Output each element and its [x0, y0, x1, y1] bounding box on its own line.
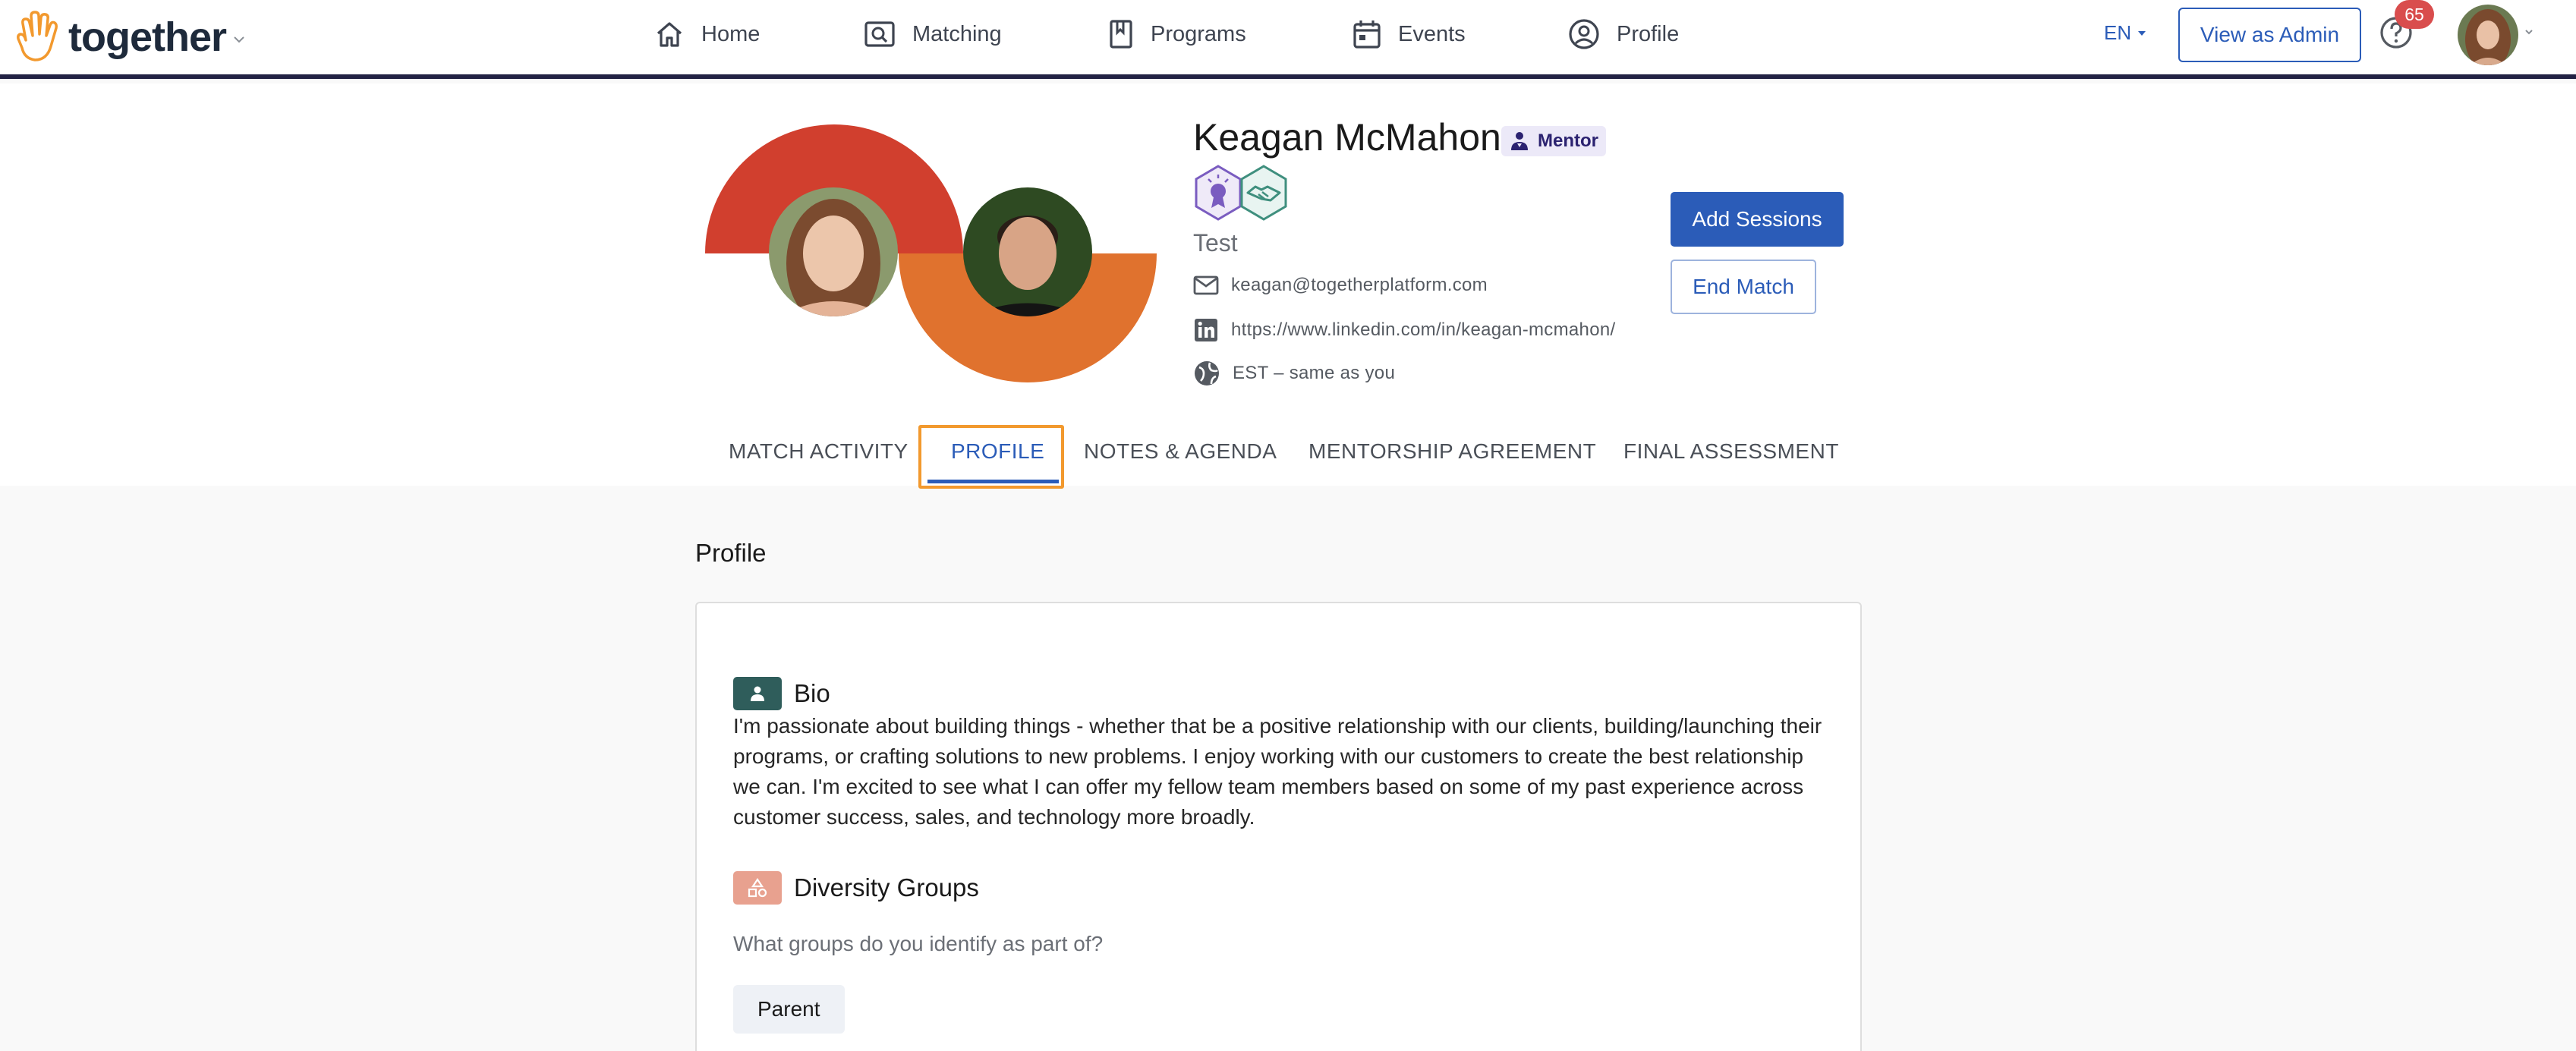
nav-matching[interactable]: Matching — [864, 15, 1002, 53]
chevron-down-icon — [234, 36, 244, 43]
linkedin-row[interactable]: https://www.linkedin.com/in/keagan-mcmah… — [1193, 317, 1615, 343]
brand-logo[interactable]: together — [15, 6, 246, 68]
award-badge-icon[interactable] — [1193, 164, 1243, 222]
match-illustration — [705, 124, 1157, 382]
notification-badge: 65 — [2395, 0, 2434, 29]
mentee-photo — [769, 187, 898, 316]
bio-heading-label: Bio — [794, 679, 830, 707]
end-match-button[interactable]: End Match — [1671, 260, 1816, 314]
person-icon — [733, 677, 782, 710]
email-row[interactable]: keagan@togetherplatform.com — [1193, 275, 1488, 296]
bio-text: I'm passionate about building things - w… — [733, 714, 1822, 829]
add-sessions-button[interactable]: Add Sessions — [1671, 192, 1844, 247]
bio-heading: Bio — [733, 677, 830, 710]
nav-profile[interactable]: Profile — [1568, 15, 1679, 53]
nav-programs-label: Programs — [1151, 21, 1246, 46]
handshake-badge-icon[interactable] — [1239, 164, 1289, 222]
tab-final-assessment[interactable]: FINAL ASSESSMENT — [1623, 425, 1839, 478]
nav-home[interactable]: Home — [654, 15, 760, 53]
user-avatar-image — [2458, 5, 2518, 65]
timezone-text: EST – same as you — [1233, 363, 1396, 383]
caret-down-icon — [2138, 30, 2146, 36]
account-circle-icon — [1569, 19, 1599, 49]
profile-subtitle: Test — [1193, 229, 1238, 256]
language-label: EN — [2104, 21, 2132, 44]
tab-mentorship-agreement[interactable]: MENTORSHIP AGREEMENT — [1308, 425, 1596, 478]
nav-home-label: Home — [701, 21, 761, 46]
diversity-question: What groups do you identify as part of? — [733, 932, 1104, 955]
mentor-icon — [1511, 132, 1528, 150]
user-avatar[interactable] — [2458, 5, 2518, 65]
matching-icon — [864, 21, 895, 47]
calendar-icon — [1353, 20, 1381, 49]
timezone-row: EST – same as you — [1193, 360, 1395, 387]
bookmark-icon — [1110, 20, 1132, 49]
linkedin-icon — [1195, 319, 1217, 341]
active-tab-indicator — [927, 480, 1059, 483]
nav-events-label: Events — [1398, 21, 1466, 46]
globe-icon — [1195, 361, 1219, 385]
diversity-heading: Diversity Groups — [733, 871, 979, 905]
nav-profile-label: Profile — [1617, 21, 1680, 46]
role-badge: Mentor — [1501, 126, 1606, 156]
home-icon — [657, 22, 682, 47]
waving-hand-icon — [17, 11, 58, 61]
section-title: Profile — [695, 539, 767, 567]
diversity-group-chip: Parent — [733, 985, 845, 1034]
top-navbar: together Home Matching Programs Events P… — [0, 0, 2576, 79]
tab-notes-agenda[interactable]: NOTES & AGENDA — [1084, 425, 1277, 478]
role-badge-label: Mentor — [1538, 131, 1598, 151]
chevron-down-icon — [2525, 30, 2533, 35]
tab-match-activity[interactable]: MATCH ACTIVITY — [729, 425, 909, 478]
mail-icon — [1193, 275, 1219, 295]
achievement-badges — [1193, 164, 1289, 222]
nav-programs[interactable]: Programs — [1108, 15, 1246, 53]
person-name: Keagan McMahon — [1193, 116, 1501, 159]
linkedin-text: https://www.linkedin.com/in/keagan-mcmah… — [1231, 319, 1616, 340]
brand-name: together — [68, 14, 227, 60]
nav-events[interactable]: Events — [1353, 15, 1466, 53]
language-selector[interactable]: EN — [2104, 21, 2146, 45]
diversity-heading-label: Diversity Groups — [794, 873, 979, 902]
mentor-photo — [963, 187, 1092, 316]
shapes-icon — [733, 871, 782, 905]
email-text: keagan@togetherplatform.com — [1231, 275, 1488, 295]
nav-matching-label: Matching — [912, 21, 1002, 46]
view-as-admin-button[interactable]: View as Admin — [2178, 8, 2361, 62]
